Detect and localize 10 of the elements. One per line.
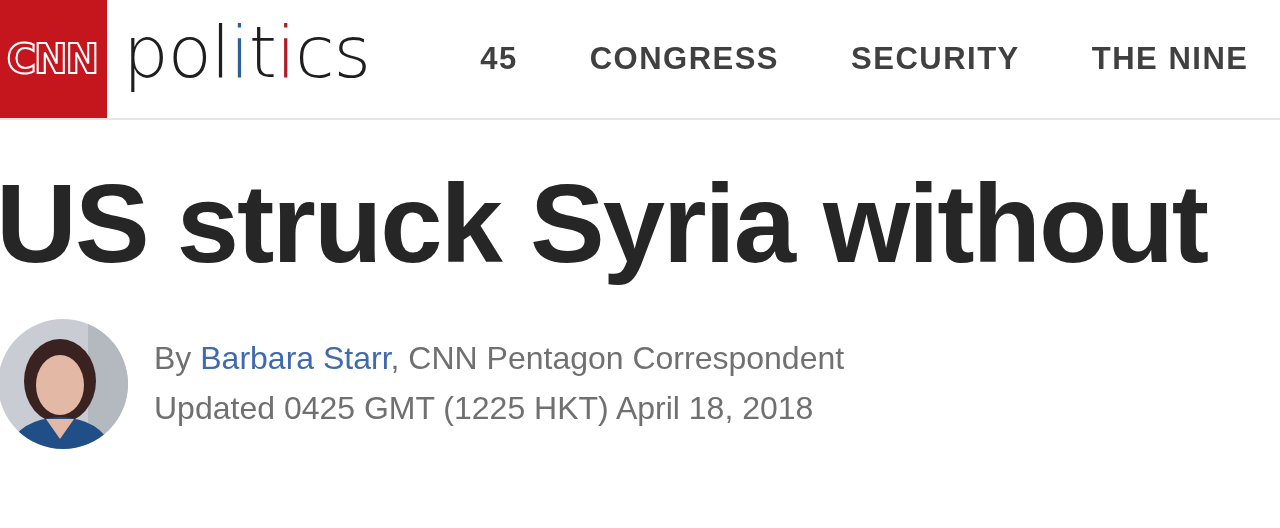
nav-link[interactable]: CONGRESS [589,41,780,77]
headline: US struck Syria without [0,160,1209,288]
nav-link[interactable]: THE NINE [1091,41,1249,77]
logo[interactable]: CNN [0,0,107,118]
section-wordmark[interactable]: pol itics [123,16,371,102]
updated-timestamp: Updated 0425 GMT (1225 HKT) April 18, 2018 [154,388,815,428]
byline: By Barbara Starr, CNN Pentagon Correspondent [154,339,845,379]
author-link[interactable]: Barbara Starr [200,340,391,377]
nav-link[interactable]: SECURITY [851,41,1020,77]
nav-link[interactable]: 45 [480,41,518,77]
